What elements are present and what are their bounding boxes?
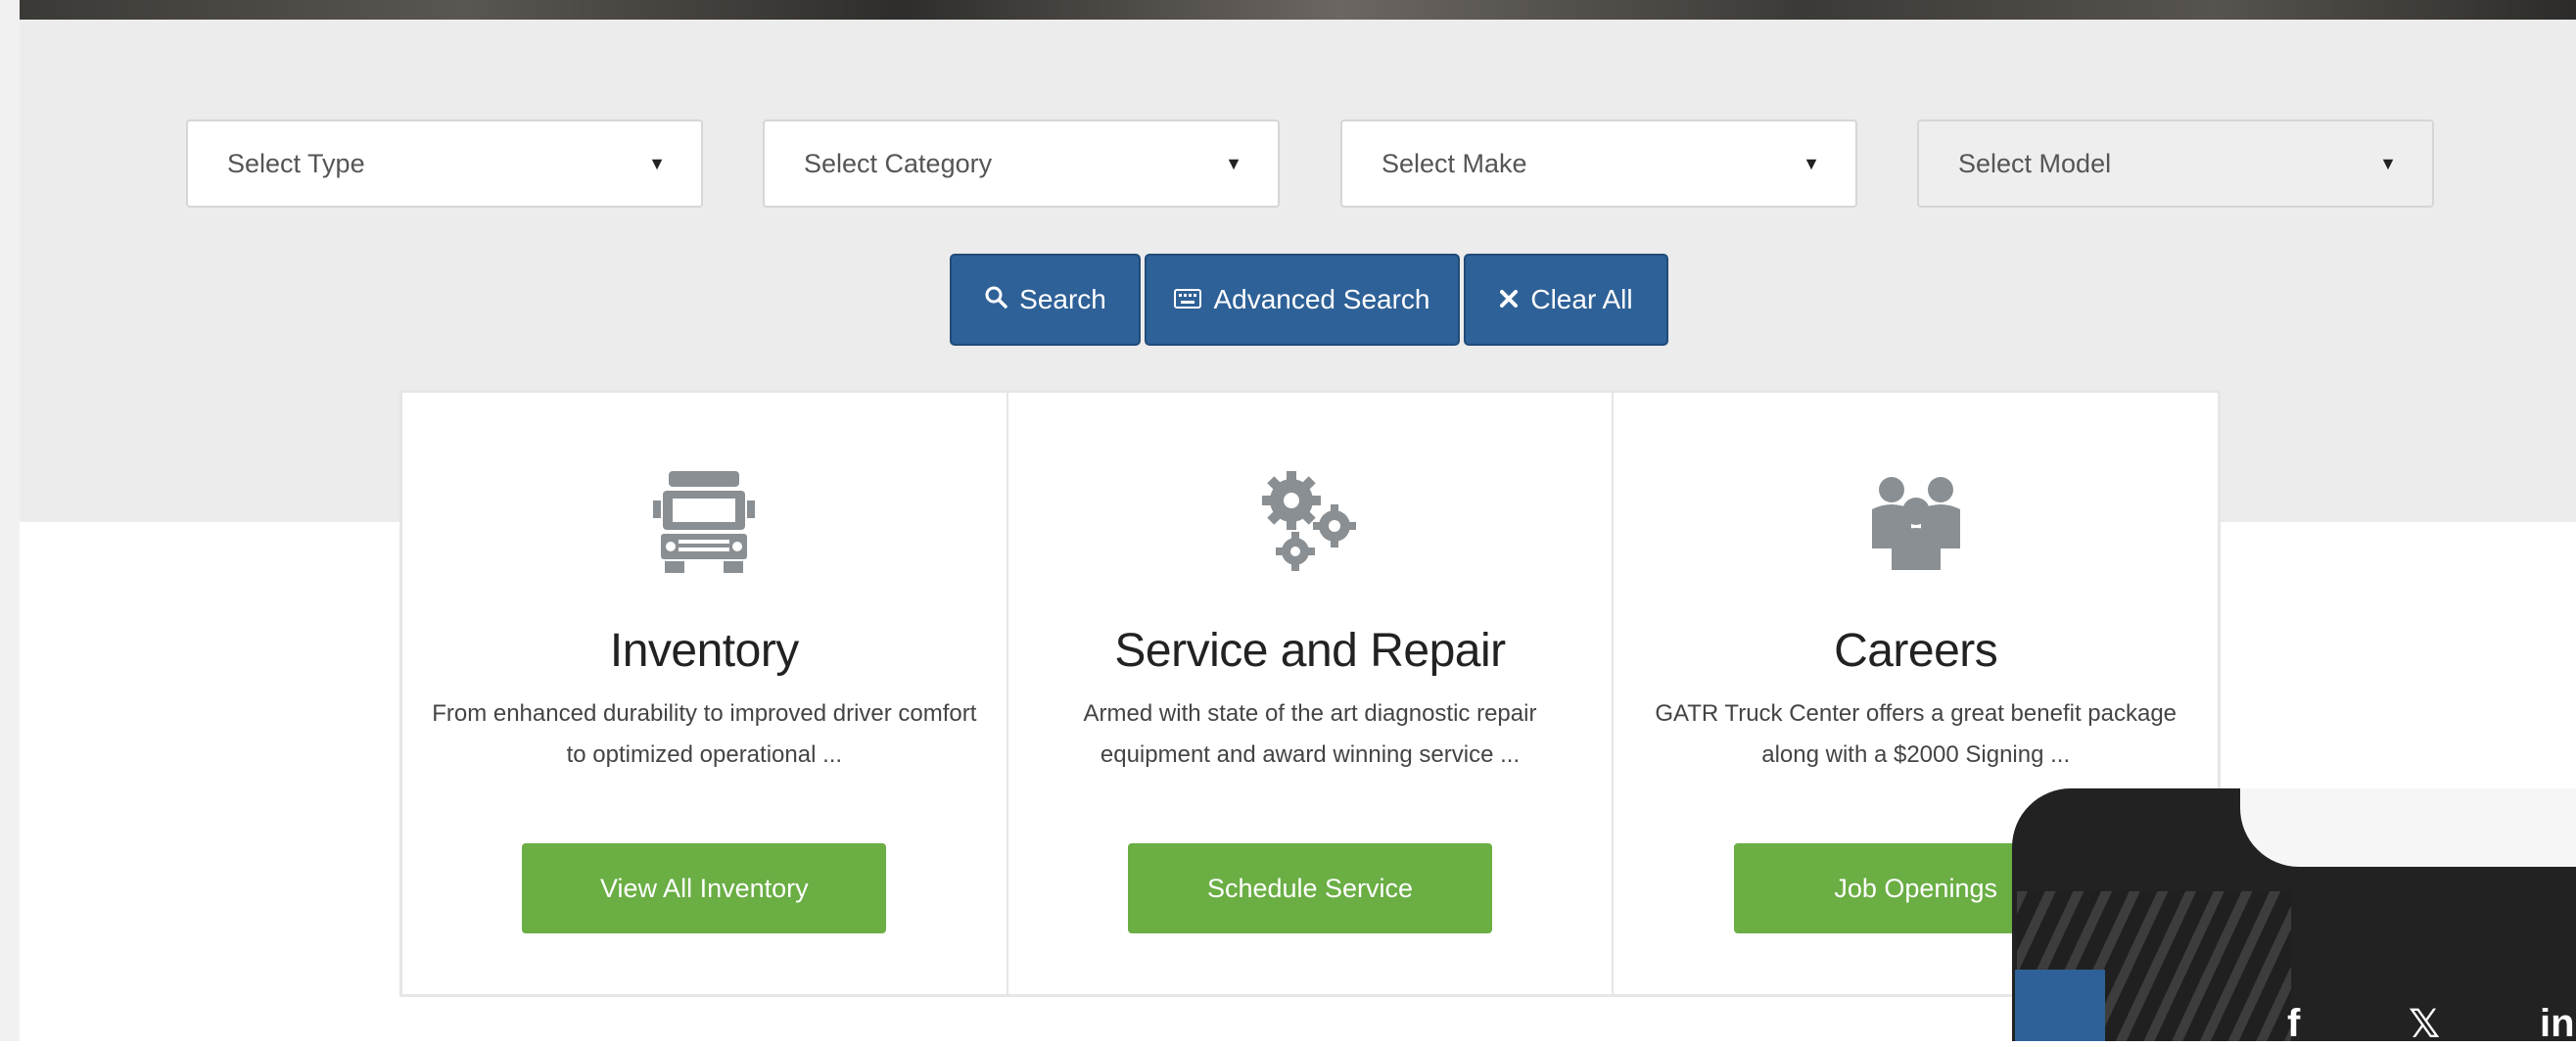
chevron-down-icon: ▼ [648,153,666,173]
card-title: Inventory [609,625,799,677]
search-button-label: Search [1019,284,1106,314]
select-model-label: Select Model [1958,148,2112,178]
card-description: From enhanced durability to improved dri… [432,700,977,768]
select-category-dropdown[interactable]: Select Category ▼ [763,119,1280,208]
select-model-dropdown[interactable]: Select Model ▼ [1917,119,2434,208]
card-description: GATR Truck Center offers a great benefit… [1655,700,2178,768]
chevron-down-icon: ▼ [1803,153,1820,173]
feature-cards: Inventory From enhanced durability to im… [399,390,2221,997]
card-description: Armed with state of the art diagnostic r… [1083,700,1537,768]
clear-all-button[interactable]: Clear All [1464,254,1668,346]
select-type-label: Select Type [227,148,365,178]
close-icon [1499,285,1519,315]
chevron-down-icon: ▼ [2379,153,2397,173]
linkedin-icon[interactable]: in [2540,1002,2575,1046]
overlay-blue-block [2015,970,2105,1041]
search-icon [984,285,1007,315]
hero-image-strip [0,0,2576,20]
overlay-notch [2240,788,2576,867]
keyboard-icon [1174,285,1202,315]
facebook-icon[interactable]: f [2287,1002,2300,1046]
select-make-label: Select Make [1382,148,1527,178]
advanced-search-label: Advanced Search [1213,284,1430,314]
schedule-service-button[interactable]: Schedule Service [1128,843,1492,933]
left-edge [0,0,20,1041]
select-category-label: Select Category [804,148,993,178]
card-title: Careers [1834,625,1998,677]
truck-icon [650,467,758,575]
card-title: Service and Repair [1114,625,1506,677]
chevron-down-icon: ▼ [1225,153,1242,173]
card-inventory: Inventory From enhanced durability to im… [402,393,1008,994]
twitter-icon[interactable]: 𝕏 [2409,1002,2440,1047]
card-service-repair: Service and Repair Armed with state of t… [1008,393,1615,994]
view-all-inventory-button[interactable]: View All Inventory [522,843,887,933]
search-button[interactable]: Search [950,254,1141,346]
advanced-search-button[interactable]: Advanced Search [1145,254,1460,346]
people-icon [1862,467,1970,575]
clear-all-label: Clear All [1530,284,1633,314]
select-make-dropdown[interactable]: Select Make ▼ [1340,119,1857,208]
select-type-dropdown[interactable]: Select Type ▼ [186,119,703,208]
gears-icon [1256,467,1364,575]
